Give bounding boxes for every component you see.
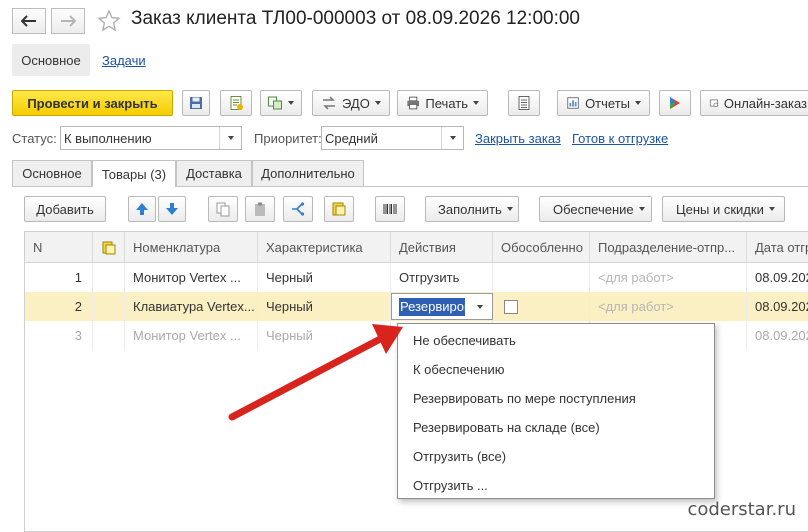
- red-arrow-annotation: [228, 324, 403, 421]
- site-watermark: coderstar.ru: [687, 499, 796, 520]
